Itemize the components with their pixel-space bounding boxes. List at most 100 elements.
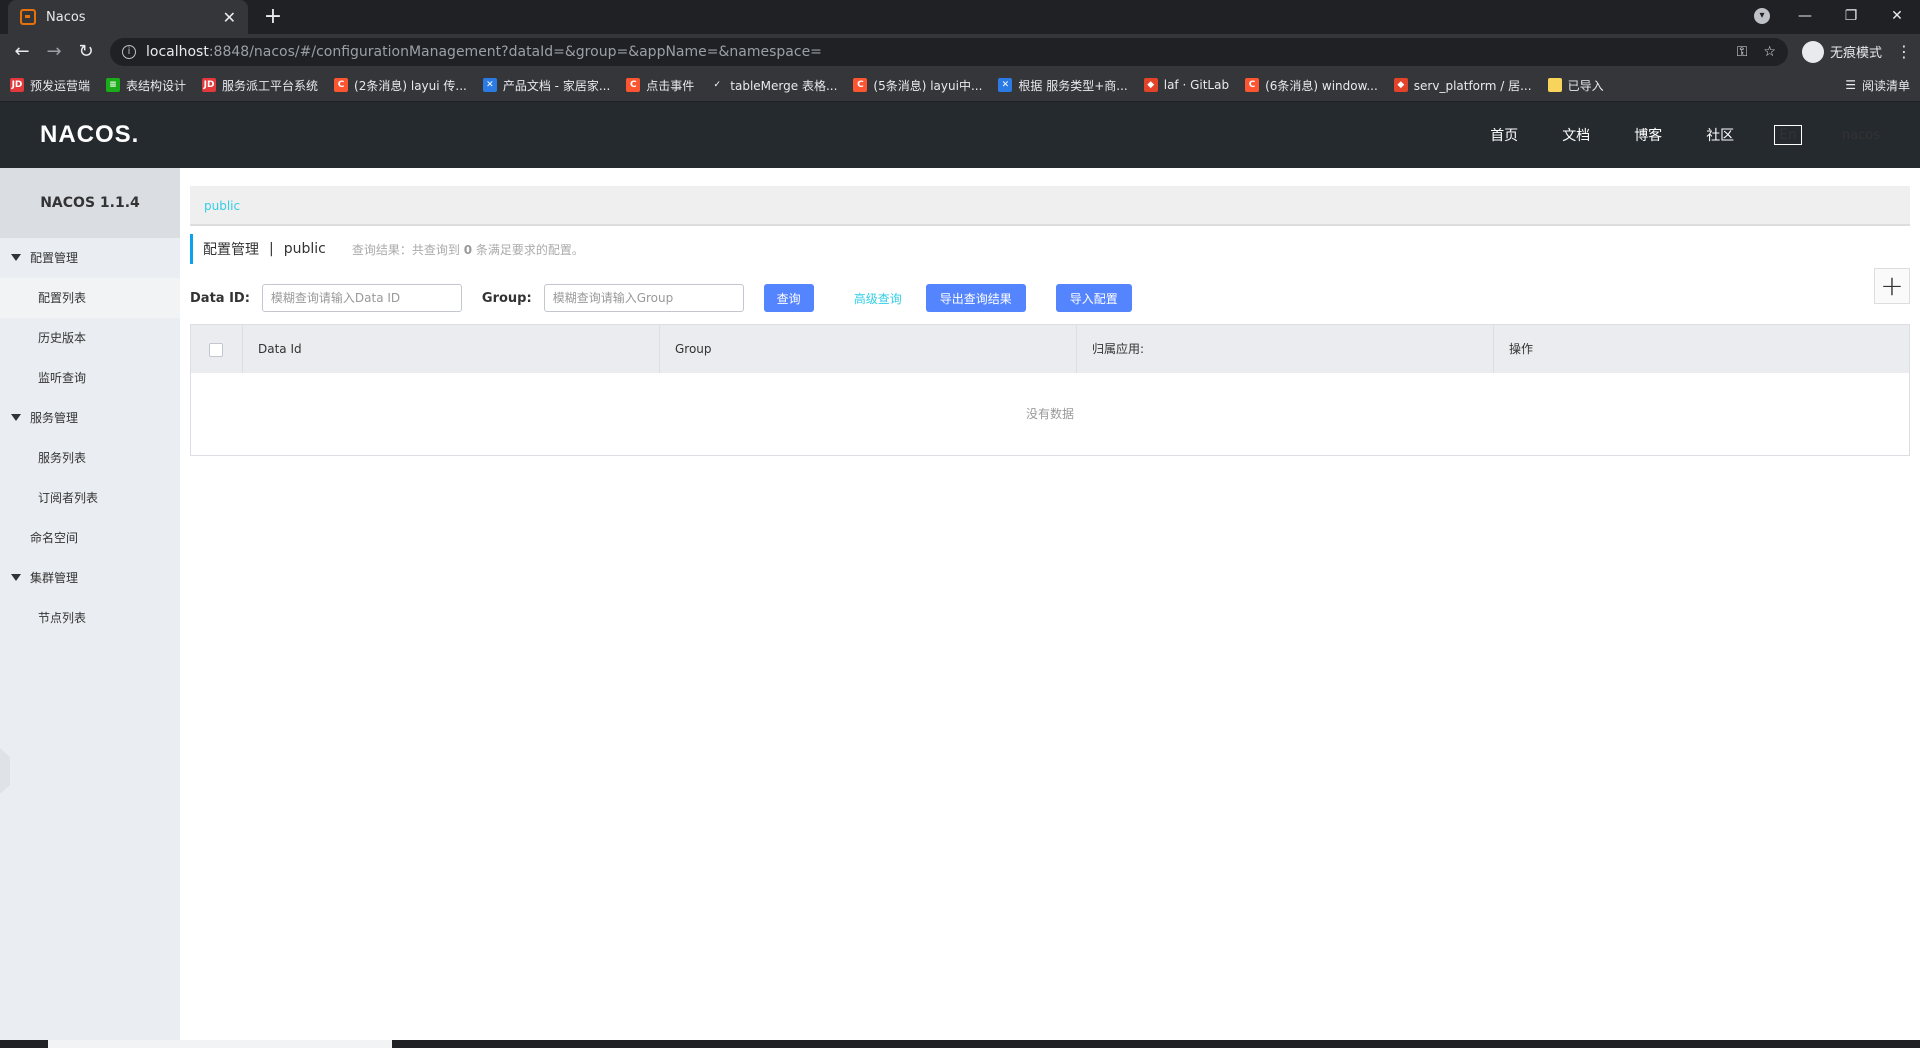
sidebar-group-config[interactable]: 配置管理: [0, 238, 180, 278]
sidebar-collapse-handle[interactable]: [0, 748, 10, 794]
select-all-cell: [191, 325, 243, 373]
back-icon[interactable]: ←: [8, 38, 36, 66]
bookmark-item[interactable]: JD 服务派工平台系统: [202, 77, 318, 94]
bookmark-item[interactable]: JD 预发运营端: [10, 77, 90, 94]
select-all-checkbox[interactable]: [209, 342, 223, 357]
browser-toolbar: ← → ↻ i localhost :8848/nacos/#/configur…: [0, 34, 1920, 69]
nacos-logo[interactable]: NACOS.: [40, 121, 139, 149]
group-label: Group:: [481, 290, 532, 306]
user-menu[interactable]: nacos: [1842, 128, 1880, 143]
bookmark-icon: ✓: [710, 78, 725, 92]
bookmark-label: 根据 服务类型+商...: [1018, 78, 1128, 93]
caret-down-icon: [11, 414, 21, 421]
title-separator: |: [269, 241, 274, 257]
bookmark-icon: ✕: [998, 78, 1013, 92]
sidebar-group-service[interactable]: 服务管理: [0, 398, 180, 438]
bookmark-label: (2条消息) layui 传...: [354, 78, 467, 93]
col-app: 归属应用:: [1077, 325, 1494, 373]
bookmark-icon: C: [853, 78, 868, 92]
sidebar-item-history[interactable]: 历史版本: [0, 318, 180, 358]
bookmark-icon: C: [1245, 78, 1260, 92]
incognito-label: 无痕模式: [1829, 46, 1882, 61]
query-button[interactable]: 查询: [763, 284, 814, 312]
bookmark-item[interactable]: C 点击事件: [626, 77, 694, 94]
bookmark-label: 已导入: [1567, 78, 1604, 93]
bookmark-item[interactable]: ◆ laf · GitLab: [1143, 78, 1230, 92]
col-group: Group: [660, 325, 1077, 373]
new-tab-button[interactable]: +: [260, 4, 286, 30]
nav-community[interactable]: 社区: [1706, 125, 1734, 145]
sidebar-item-service-list[interactable]: 服务列表: [0, 438, 180, 478]
table-empty: 没有数据: [1025, 407, 1074, 421]
bookmark-label: 服务派工平台系统: [222, 78, 319, 93]
key-icon[interactable]: ⚿: [1737, 44, 1748, 60]
namespace-tab-public[interactable]: public: [204, 199, 240, 213]
incognito-icon: [1801, 40, 1824, 63]
bookmark-item[interactable]: ✓ tableMerge 表格...: [710, 77, 837, 94]
data-id-input[interactable]: [261, 284, 462, 312]
col-data-id: Data Id: [243, 325, 660, 373]
bookmark-item[interactable]: C (5条消息) layui中...: [853, 77, 982, 94]
bookmark-icon: ✕: [482, 78, 497, 92]
bookmark-item[interactable]: ✕ 根据 服务类型+商...: [998, 77, 1128, 94]
incognito-indicator[interactable]: 无痕模式: [1801, 40, 1882, 63]
reading-list-icon: ☰: [1845, 78, 1856, 92]
bookmark-icon: C: [626, 78, 641, 92]
nav-blog[interactable]: 博客: [1634, 125, 1662, 145]
import-button[interactable]: 导入配置: [1055, 284, 1132, 312]
bookmark-label: 产品文档 - 家居家...: [502, 78, 611, 93]
add-config-button[interactable]: +: [1874, 268, 1910, 304]
bookmark-item[interactable]: ✕ 产品文档 - 家居家...: [482, 77, 611, 94]
sidebar-item-subscribers[interactable]: 订阅者列表: [0, 478, 180, 518]
table-header: Data Id Group 归属应用: 操作: [191, 325, 1909, 373]
restore-icon[interactable]: ❐: [1828, 0, 1874, 34]
bookmark-star-icon[interactable]: ☆: [1763, 44, 1776, 60]
address-bar[interactable]: i localhost :8848/nacos/#/configurationM…: [110, 37, 1788, 66]
col-actions: 操作: [1509, 342, 1534, 356]
sidebar-item-namespace[interactable]: 命名空间: [0, 518, 180, 558]
minimize-icon[interactable]: —: [1782, 0, 1828, 34]
browser-tabbar: Nacos ✕ + ▾ — ❐ ✕: [0, 0, 1920, 34]
site-info-icon[interactable]: i: [122, 44, 136, 59]
result-count: 0: [463, 242, 473, 257]
sidebar-item-listener-query[interactable]: 监听查询: [0, 358, 180, 398]
bookmark-label: 点击事件: [646, 78, 695, 93]
close-tab-icon[interactable]: ✕: [223, 8, 236, 27]
sidebar-item-config-list[interactable]: 配置列表: [0, 278, 180, 318]
reading-list[interactable]: ☰ 阅读清单: [1845, 77, 1910, 94]
bookmark-icon: [1547, 78, 1562, 92]
bookmark-label: serv_platform / 居...: [1413, 78, 1532, 93]
bookmark-item[interactable]: ≡ 表结构设计: [106, 77, 186, 94]
bookmark-icon: ≡: [106, 78, 121, 92]
page-title-text: 配置管理: [203, 242, 259, 258]
caret-down-icon: [11, 254, 21, 261]
sidebar-group-cluster[interactable]: 集群管理: [0, 558, 180, 598]
bookmark-item[interactable]: 已导入: [1547, 77, 1604, 94]
language-toggle[interactable]: En: [1774, 125, 1802, 145]
bookmark-icon: ◆: [1143, 78, 1158, 92]
bookmark-item[interactable]: ◆ serv_platform / 居...: [1393, 77, 1532, 94]
tab-search-icon[interactable]: ▾: [1754, 8, 1770, 24]
reload-icon[interactable]: ↻: [72, 38, 100, 66]
advanced-query-link[interactable]: 高级查询: [854, 290, 902, 307]
bookmark-label: (5条消息) layui中...: [873, 78, 983, 93]
sidebar-item-nodes[interactable]: 节点列表: [0, 598, 180, 638]
bookmark-label: laf · GitLab: [1163, 78, 1230, 92]
url-host: localhost: [146, 43, 209, 60]
bookmark-item[interactable]: C (2条消息) layui 传...: [334, 77, 467, 94]
data-id-label: Data ID:: [190, 290, 250, 306]
close-window-icon[interactable]: ✕: [1874, 0, 1920, 34]
filter-bar: Data ID: Group: 查询 高级查询 导出查询结果 导入配置: [190, 284, 1910, 312]
group-input[interactable]: [543, 284, 744, 312]
nav-docs[interactable]: 文档: [1562, 125, 1590, 145]
tab-title: Nacos: [46, 9, 86, 25]
browser-menu-icon[interactable]: ⋮: [1896, 42, 1912, 61]
main-content: public 配置管理 | public 查询结果：共查询到 0 条满足要求的配…: [180, 168, 1920, 1042]
bookmark-icon: JD: [202, 78, 217, 92]
browser-tab[interactable]: Nacos ✕: [8, 0, 248, 34]
forward-icon[interactable]: →: [40, 38, 68, 66]
bookmark-item[interactable]: C (6条消息) window...: [1245, 77, 1378, 94]
export-button[interactable]: 导出查询结果: [925, 284, 1026, 312]
nav-home[interactable]: 首页: [1490, 125, 1518, 145]
bookmark-label: 预发运营端: [30, 78, 91, 93]
